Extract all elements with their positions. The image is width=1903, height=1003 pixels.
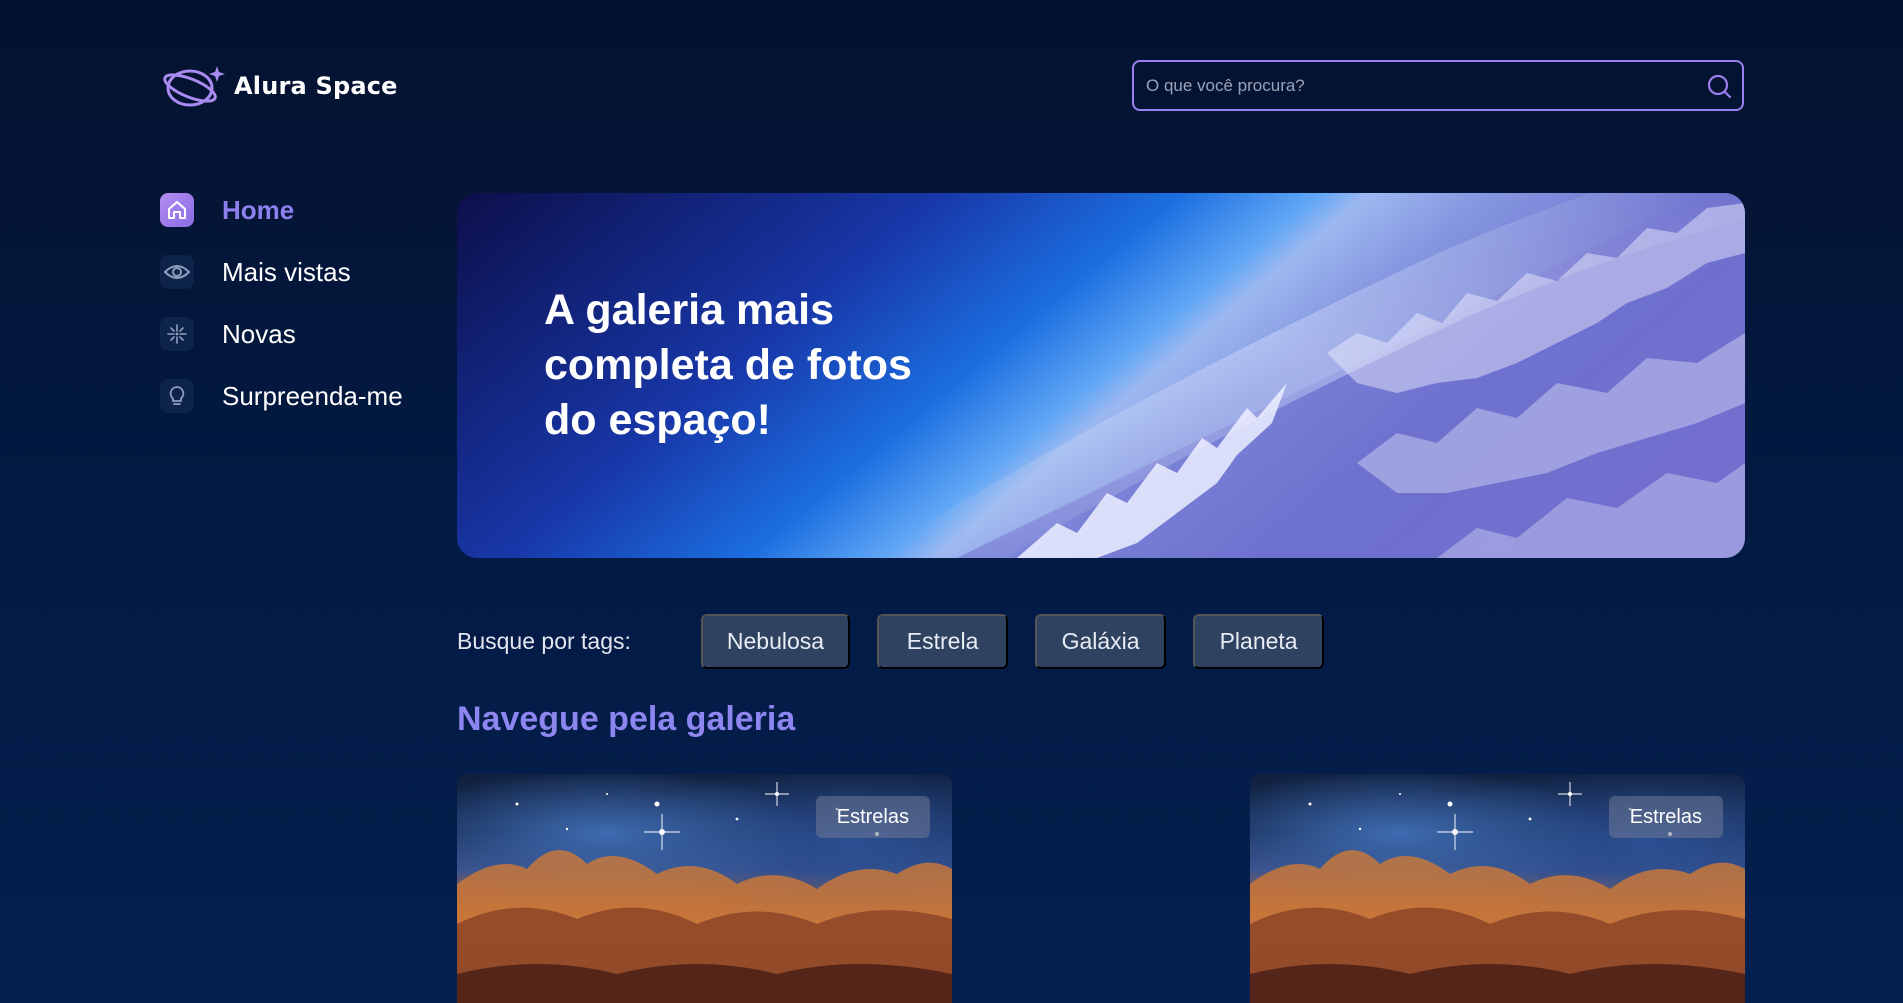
eye-icon bbox=[160, 255, 194, 289]
sidebar-item-novas[interactable]: Novas bbox=[160, 316, 440, 352]
sidebar-item-surpreenda-me[interactable]: Surpreenda-me bbox=[160, 378, 440, 414]
tags-label: Busque por tags: bbox=[457, 628, 631, 654]
card-tag: Estrelas bbox=[815, 796, 930, 838]
tag-estrela[interactable]: Estrela bbox=[877, 614, 1009, 669]
sidebar-item-label: Surpreenda-me bbox=[222, 380, 403, 411]
sidebar-item-label: Novas bbox=[222, 318, 296, 349]
logo[interactable]: Alura Space bbox=[162, 62, 398, 110]
sparkle-icon bbox=[160, 317, 194, 351]
sidebar: Home Mais vistas Novas Surpreenda-me bbox=[160, 192, 440, 440]
logo-text: Alura Space bbox=[234, 72, 398, 100]
sidebar-item-home[interactable]: Home bbox=[160, 192, 440, 228]
tag-galaxia[interactable]: Galáxia bbox=[1035, 614, 1167, 669]
sidebar-item-label: Home bbox=[222, 194, 295, 225]
search-input[interactable] bbox=[1134, 62, 1704, 109]
card-tag: Estrelas bbox=[1608, 796, 1723, 838]
banner-title: A galeria mais completa de fotos do espa… bbox=[544, 286, 912, 444]
home-icon bbox=[160, 193, 194, 227]
sidebar-item-mais-vistas[interactable]: Mais vistas bbox=[160, 254, 440, 290]
search-bar bbox=[1132, 60, 1744, 111]
lightbulb-icon bbox=[160, 379, 194, 413]
tag-planeta[interactable]: Planeta bbox=[1193, 614, 1325, 669]
sidebar-item-label: Mais vistas bbox=[222, 256, 351, 287]
hero-banner: A galeria mais completa de fotos do espa… bbox=[457, 193, 1745, 558]
gallery-card[interactable]: Estrelas bbox=[457, 774, 952, 1003]
tag-nebulosa[interactable]: Nebulosa bbox=[700, 614, 851, 669]
tags-row: Busque por tags: Nebulosa Estrela Galáxi… bbox=[457, 614, 1351, 669]
gallery-card[interactable]: Estrelas bbox=[1250, 774, 1745, 1003]
gallery-title: Navegue pela galeria bbox=[457, 700, 796, 738]
search-icon[interactable] bbox=[1704, 71, 1734, 101]
planet-logo-icon bbox=[163, 66, 225, 107]
